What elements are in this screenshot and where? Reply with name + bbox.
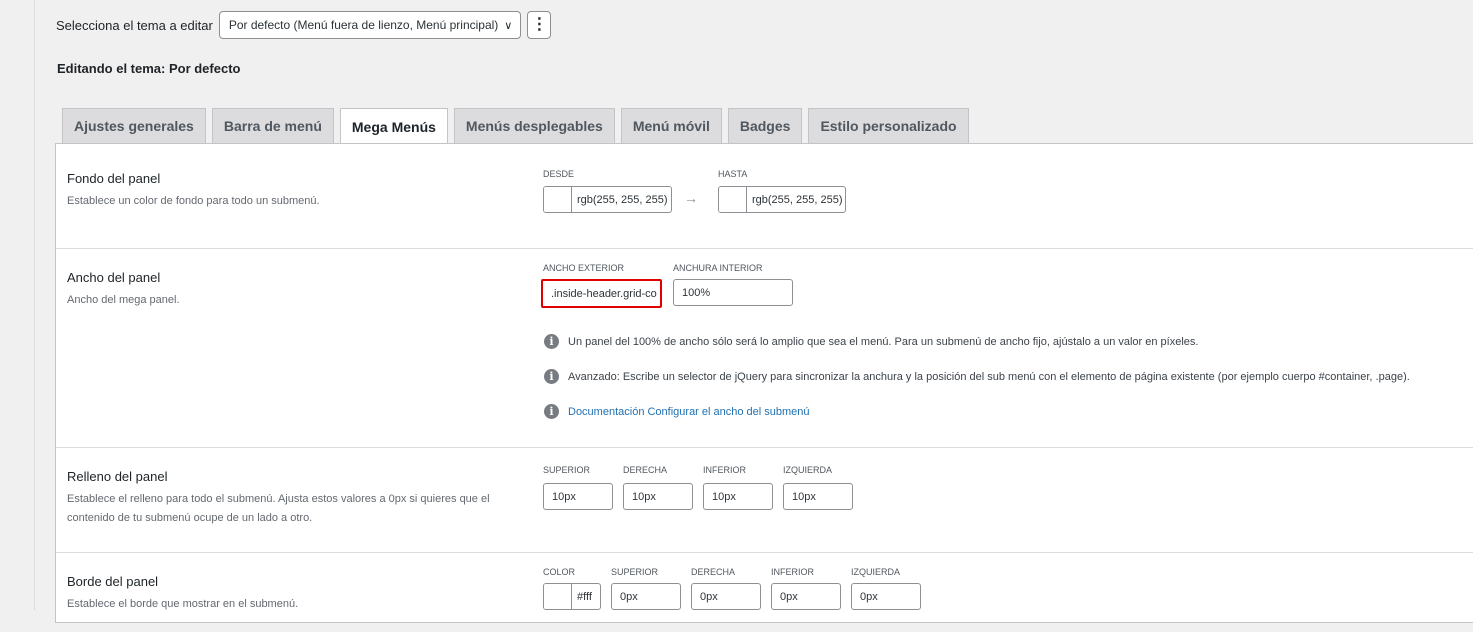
- from-label: DESDE: [543, 169, 575, 179]
- info-icon: i: [544, 369, 559, 384]
- border-top-label: SUPERIOR: [611, 567, 659, 577]
- setting-row-ancho: Ancho del panel Ancho del mega panel. AN…: [56, 248, 1473, 448]
- tab-menu-movil[interactable]: Menú móvil: [620, 108, 722, 143]
- info-icon: i: [544, 404, 559, 419]
- outer-width-value: .inside-header.grid-co: [551, 287, 657, 300]
- color-swatch[interactable]: [544, 584, 572, 609]
- setting-description: Establece un color de fondo para todo un…: [67, 195, 320, 207]
- admin-sidebar-edge: [0, 0, 35, 610]
- inner-width-label: ANCHURA INTERIOR: [673, 263, 763, 273]
- padding-top-input[interactable]: 10px: [543, 483, 613, 510]
- tab-mega-menus[interactable]: Mega Menús: [339, 108, 448, 144]
- padding-right-value: 10px: [632, 490, 656, 503]
- info-icon: i: [544, 334, 559, 349]
- padding-left-label: IZQUIERDA: [783, 465, 833, 475]
- border-left-input[interactable]: 0px: [851, 583, 921, 610]
- border-color-input[interactable]: #fff: [543, 583, 601, 610]
- padding-right-input[interactable]: 10px: [623, 483, 693, 510]
- border-right-value: 0px: [700, 590, 718, 603]
- theme-selector-bar: Selecciona el tema a editar Por defecto …: [56, 10, 552, 40]
- color-swatch[interactable]: [544, 187, 572, 212]
- settings-panel: Fondo del panel Establece un color de fo…: [55, 143, 1473, 623]
- info-note-text: Avanzado: Escribe un selector de jQuery …: [568, 370, 1410, 383]
- padding-left-input[interactable]: 10px: [783, 483, 853, 510]
- padding-top-value: 10px: [552, 490, 576, 503]
- padding-left-value: 10px: [792, 490, 816, 503]
- inner-width-value: 100%: [682, 286, 711, 299]
- setting-row-fondo: Fondo del panel Establece un color de fo…: [56, 144, 1473, 249]
- border-top-input[interactable]: 0px: [611, 583, 681, 610]
- padding-bottom-input[interactable]: 10px: [703, 483, 773, 510]
- outer-width-input[interactable]: .inside-header.grid-co: [541, 279, 662, 308]
- padding-right-label: DERECHA: [623, 465, 668, 475]
- tab-badges[interactable]: Badges: [727, 108, 803, 143]
- arrow-right-icon: →: [684, 190, 698, 206]
- info-note-text: Un panel del 100% de ancho sólo será lo …: [568, 335, 1199, 348]
- theme-select-value: Por defecto (Menú fuera de lienzo, Menú …: [228, 18, 499, 32]
- setting-title: Ancho del panel: [67, 270, 161, 285]
- border-left-value: 0px: [860, 590, 878, 603]
- documentation-link[interactable]: Documentación Configurar el ancho del su…: [568, 406, 810, 418]
- tab-menus-desplegables[interactable]: Menús desplegables: [453, 108, 615, 143]
- border-bottom-label: INFERIOR: [771, 567, 815, 577]
- outer-width-label: ANCHO EXTERIOR: [543, 263, 625, 273]
- border-color-value: #fff: [577, 590, 592, 603]
- setting-row-relleno: Relleno del panel Establece el relleno p…: [56, 447, 1473, 553]
- padding-top-label: SUPERIOR: [543, 465, 591, 475]
- border-color-label: COLOR: [543, 567, 576, 577]
- to-color-value: rgb(255, 255, 255): [752, 193, 843, 206]
- border-right-input[interactable]: 0px: [691, 583, 761, 610]
- tab-ajustes-generales[interactable]: Ajustes generales: [62, 108, 206, 143]
- setting-description: Ancho del mega panel.: [67, 294, 180, 306]
- info-note: i Un panel del 100% de ancho sólo será l…: [544, 334, 1198, 349]
- from-color-value: rgb(255, 255, 255): [577, 193, 668, 206]
- border-bottom-value: 0px: [780, 590, 798, 603]
- from-color-input[interactable]: rgb(255, 255, 255): [543, 186, 672, 213]
- more-options-button[interactable]: ⋮: [527, 11, 552, 39]
- info-note: i Documentación Configurar el ancho del …: [544, 404, 810, 419]
- inner-width-input[interactable]: 100%: [673, 279, 793, 306]
- setting-description: Establece el borde que mostrar en el sub…: [67, 598, 299, 610]
- padding-bottom-label: INFERIOR: [703, 465, 747, 475]
- padding-bottom-value: 10px: [712, 490, 736, 503]
- border-right-label: DERECHA: [691, 567, 736, 577]
- info-note: i Avanzado: Escribe un selector de jQuer…: [544, 369, 1410, 384]
- setting-description: Establece el relleno para todo el submen…: [67, 493, 490, 524]
- setting-title: Relleno del panel: [67, 469, 168, 484]
- border-bottom-input[interactable]: 0px: [771, 583, 841, 610]
- to-label: HASTA: [718, 169, 748, 179]
- setting-title: Fondo del panel: [67, 171, 161, 186]
- border-left-label: IZQUIERDA: [851, 567, 901, 577]
- tab-barra-de-menu[interactable]: Barra de menú: [211, 108, 334, 143]
- chevron-down-icon: ∨: [504, 19, 513, 32]
- tab-estilo-personalizado[interactable]: Estilo personalizado: [808, 108, 969, 143]
- color-swatch[interactable]: [719, 187, 747, 212]
- border-top-value: 0px: [620, 590, 638, 603]
- editing-title: Editando el tema: Por defecto: [57, 61, 241, 76]
- theme-select[interactable]: Por defecto (Menú fuera de lienzo, Menú …: [218, 11, 522, 39]
- setting-row-borde: Borde del panel Establece el borde que m…: [56, 552, 1473, 632]
- setting-title: Borde del panel: [67, 574, 159, 589]
- kebab-icon: ⋮: [531, 16, 548, 33]
- settings-tabs: Ajustes generales Barra de menú Mega Men…: [62, 108, 975, 144]
- to-color-input[interactable]: rgb(255, 255, 255): [718, 186, 846, 213]
- theme-select-label: Selecciona el tema a editar: [56, 17, 213, 33]
